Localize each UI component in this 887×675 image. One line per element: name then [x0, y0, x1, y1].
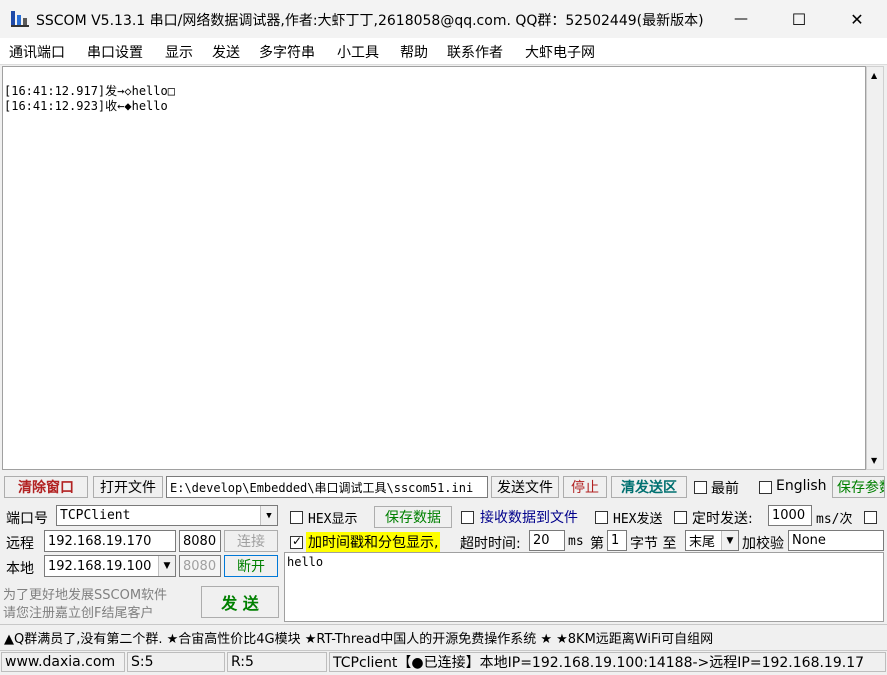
byte-prefix-label: 第 — [590, 536, 604, 552]
extra-checkbox[interactable] — [864, 511, 877, 524]
timestamp-checkbox[interactable]: ✓ — [290, 534, 303, 549]
english-label: English — [776, 478, 827, 494]
local-ip-value: 192.168.19.100 — [48, 558, 152, 574]
checksum-select[interactable]: None — [788, 530, 884, 551]
menu-comm-port[interactable]: 通讯端口 — [9, 42, 65, 62]
byte-end-value: 末尾 — [689, 535, 716, 550]
connect-button[interactable]: 连接 — [224, 530, 278, 552]
promo-bar: ▲Q群满员了,没有第二个群. ★合宙高性价比4G模块 ★RT-Thread中国人… — [0, 624, 887, 649]
english-checkbox[interactable] — [759, 481, 772, 494]
topmost-checkbox[interactable] — [694, 481, 707, 494]
menu-contact-author[interactable]: 联系作者 — [447, 42, 503, 62]
status-connection: TCPclient【●已连接】本地IP=192.168.19.100:14188… — [329, 652, 886, 672]
maximize-icon: ☐ — [791, 9, 807, 29]
minimize-button[interactable]: — — [712, 0, 770, 38]
send-text-content: hello — [287, 555, 324, 569]
chevron-down-icon: ▼ — [158, 556, 175, 576]
hex-display-label: HEX显示 — [308, 512, 358, 527]
topmost-label: 最前 — [711, 481, 739, 497]
menu-multi-string[interactable]: 多字符串 — [259, 42, 315, 62]
scroll-up-icon: ▲ — [871, 71, 878, 80]
local-label: 本地 — [6, 561, 34, 577]
receive-scrollbar[interactable]: ▲ ▼ — [866, 66, 884, 470]
remote-port-input[interactable]: 8080 — [179, 530, 221, 552]
hex-send-checkbox[interactable] — [595, 511, 608, 524]
menu-help[interactable]: 帮助 — [400, 42, 428, 62]
stop-button[interactable]: 停止 — [563, 476, 607, 498]
recv-to-file-label: 接收数据到文件 — [480, 510, 578, 526]
chevron-down-icon: ▼ — [260, 506, 277, 525]
timeout-label: 超时时间: — [460, 536, 521, 552]
hex-send-label: HEX发送 — [613, 512, 663, 527]
maximize-button[interactable]: ☐ — [770, 0, 828, 38]
timed-unit-label: ms/次 — [816, 512, 853, 527]
menu-tools[interactable]: 小工具 — [337, 42, 379, 62]
remote-ip-input[interactable]: 192.168.19.170 — [44, 530, 176, 552]
timed-interval-input[interactable]: 1000 — [768, 505, 812, 526]
receive-area[interactable] — [2, 66, 866, 470]
local-port-input[interactable]: 8080 — [179, 555, 221, 577]
promo-text-2: 请您注册嘉立创F结尾客户 — [3, 606, 154, 621]
promo-bar-text: ▲Q群满员了,没有第二个群. ★合宙高性价比4G模块 ★RT-Thread中国人… — [4, 632, 714, 647]
close-button[interactable]: ✕ — [828, 0, 886, 38]
window-title: SSCOM V5.13.1 串口/网络数据调试器,作者:大虾丁丁,2618058… — [36, 13, 704, 29]
clear-window-button[interactable]: 清除窗口 — [4, 476, 88, 498]
menu-display[interactable]: 显示 — [165, 42, 193, 62]
save-params-button[interactable]: 保存参数 — [832, 476, 885, 498]
timeout-input[interactable]: 20 — [529, 530, 565, 551]
hex-display-checkbox[interactable] — [290, 511, 303, 524]
scroll-down-icon: ▼ — [871, 456, 878, 465]
byte-end-select[interactable]: 末尾 ▼ — [685, 530, 739, 551]
status-website[interactable]: www.daxia.com — [1, 652, 125, 672]
chevron-down-icon: ▼ — [721, 531, 738, 550]
timed-send-label: 定时发送: — [692, 511, 753, 527]
receive-line-received: [16:41:12.923]收←◆hello — [4, 99, 168, 113]
app-icon — [11, 11, 29, 27]
menu-serial-settings[interactable]: 串口设置 — [87, 42, 143, 62]
disconnect-button[interactable]: 断开 — [224, 555, 278, 577]
local-ip-select[interactable]: 192.168.19.100 ▼ — [44, 555, 176, 577]
timed-send-checkbox[interactable] — [674, 511, 687, 524]
timestamp-label: 加时间戳和分包显示, — [306, 532, 441, 552]
menu-send[interactable]: 发送 — [212, 42, 240, 62]
minimize-icon: — — [734, 11, 748, 27]
remote-label: 远程 — [6, 536, 34, 552]
clear-send-button[interactable]: 清发送区 — [611, 476, 687, 498]
status-received-count: R:5 — [227, 652, 327, 672]
send-file-button[interactable]: 发送文件 — [491, 476, 559, 498]
save-data-button[interactable]: 保存数据 — [374, 506, 452, 528]
menu-daxia-site[interactable]: 大虾电子网 — [525, 42, 595, 62]
close-icon: ✕ — [850, 9, 864, 29]
port-select-value: TCPClient — [60, 508, 131, 523]
checkmark-icon: ✓ — [292, 534, 303, 548]
open-file-button[interactable]: 打开文件 — [93, 476, 163, 498]
recv-to-file-checkbox[interactable] — [461, 511, 474, 524]
byte-mid-label: 字节 至 — [630, 536, 677, 552]
status-sent-count: S:5 — [127, 652, 225, 672]
port-label: 端口号 — [6, 511, 48, 527]
byte-index-input[interactable]: 1 — [607, 530, 627, 551]
checksum-label: 加校验 — [742, 536, 784, 552]
timeout-unit: ms — [568, 534, 584, 549]
send-text-area[interactable]: hello — [284, 552, 884, 622]
send-button[interactable]: 发 送 — [201, 586, 279, 618]
port-select[interactable]: TCPClient ▼ — [56, 505, 278, 526]
file-path-field[interactable]: E:\develop\Embedded\串口调试工具\sscom51.ini — [166, 476, 488, 498]
promo-text-1: 为了更好地发展SSCOM软件 — [3, 588, 168, 603]
